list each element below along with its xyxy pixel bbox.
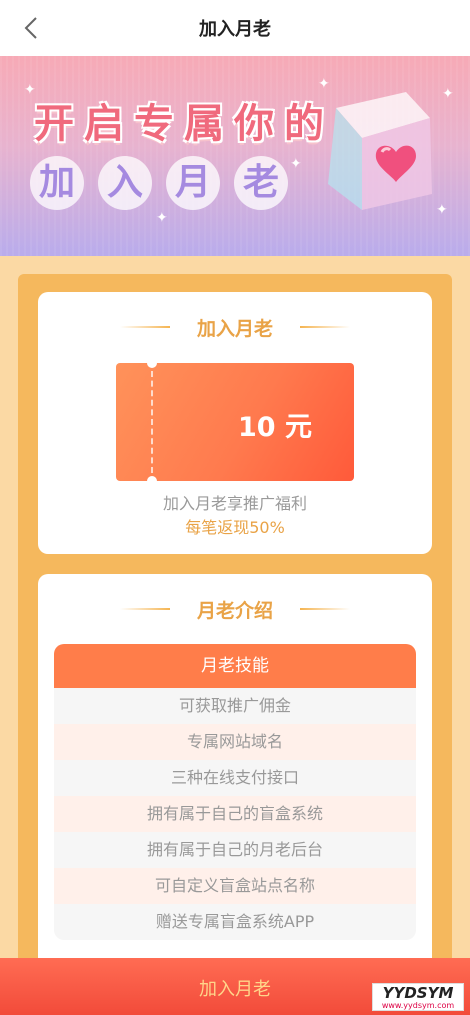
skills-table: 月老技能 可获取推广佣金 专属网站域名 三种在线支付接口 拥有属于自己的盲盒系统… [54, 644, 416, 940]
nav-bar: 加入月老 [0, 0, 470, 56]
banner-headline: 开 启 专 属 你 的 [30, 98, 328, 150]
banner-char: 加 [30, 156, 84, 210]
skill-row: 拥有属于自己的月老后台 [54, 832, 416, 868]
banner-char: 专 [134, 101, 174, 147]
skill-row: 专属网站域名 [54, 724, 416, 760]
skill-row: 三种在线支付接口 [54, 760, 416, 796]
back-icon[interactable] [18, 14, 46, 42]
skill-row: 赠送专属盲盒系统APP [54, 904, 416, 940]
sparkle-icon: ✦ [290, 156, 302, 172]
banner-char: 属 [184, 101, 224, 147]
sparkle-icon: ✦ [156, 210, 168, 226]
banner-subheadline: 加 入 月 老 [30, 156, 288, 210]
coupon-amount: 10 元 [238, 412, 312, 443]
skill-row: 可获取推广佣金 [54, 688, 416, 724]
content-panel: 加入月老 10 元 加入月老享推广福利 每笔返现50% 月老介绍 月老技能 可获… [18, 274, 452, 974]
skills-table-header: 月老技能 [54, 644, 416, 688]
banner-char: 启 [84, 101, 124, 147]
banner-char: 月 [166, 156, 220, 210]
join-benefit-text: 加入月老享推广福利 [162, 494, 307, 513]
banner-char: 开 [34, 101, 74, 147]
join-card-title: 加入月老 [196, 318, 273, 340]
intro-card-title: 月老介绍 [196, 600, 273, 622]
content-area: 加入月老 10 元 加入月老享推广福利 每笔返现50% 月老介绍 月老技能 可获… [0, 256, 470, 974]
skill-row: 拥有属于自己的盲盒系统 [54, 796, 416, 832]
sparkle-icon: ✦ [442, 86, 454, 102]
banner-char: 入 [98, 156, 152, 210]
banner: 开 启 专 属 你 的 加 入 月 老 ✦ ✦ ✦ ✦ ✦ ✦ [0, 56, 470, 256]
watermark-text: YYDSYM [382, 984, 454, 1002]
banner-char: 老 [234, 156, 288, 210]
coupon-ticket: 10 元 [116, 363, 354, 481]
intro-card: 月老介绍 月老技能 可获取推广佣金 专属网站域名 三种在线支付接口 拥有属于自己… [38, 574, 432, 974]
sparkle-icon: ✦ [24, 82, 36, 98]
watermark-url: www.yydsym.com [381, 1001, 455, 1010]
page-title: 加入月老 [199, 19, 271, 40]
heart-cube-icon [328, 92, 432, 210]
watermark-logo: YYDSYM www.yydsym.com [372, 983, 464, 1011]
join-card: 加入月老 10 元 加入月老享推广福利 每笔返现50% [38, 292, 432, 554]
skill-row: 可自定义盲盒站点名称 [54, 868, 416, 904]
sparkle-icon: ✦ [436, 202, 448, 218]
banner-char: 你 [234, 101, 274, 147]
cashback-text: 每笔返现50% [185, 518, 285, 537]
